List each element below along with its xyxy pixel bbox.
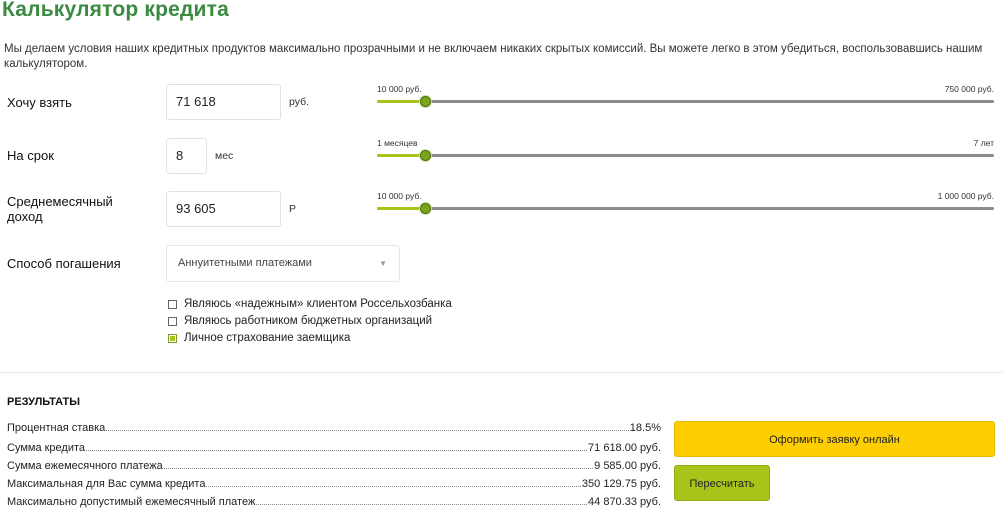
slider-track	[377, 207, 994, 210]
result-row: Сумма ежемесячного платежа 9 585.00 руб.	[7, 458, 661, 472]
result-label: Сумма кредита	[7, 442, 86, 454]
term-slider-min: 1 месяцев	[377, 138, 418, 148]
dotted-leader	[163, 468, 594, 469]
checkbox-label: Являюсь «надежным» клиентом Россельхозба…	[184, 298, 452, 310]
dotted-leader	[206, 486, 581, 487]
result-value: 18.5%	[629, 422, 661, 434]
income-slider[interactable]: 10 000 руб. 1 000 000 руб.	[377, 191, 994, 221]
checkbox-label: Являюсь работником бюджетных организаций	[184, 315, 433, 327]
dotted-leader	[256, 504, 588, 505]
amount-slider-min: 10 000 руб.	[377, 84, 422, 94]
amount-slider-max: 750 000 руб.	[944, 84, 994, 94]
repayment-selected-value: Аннуитетными платежами	[178, 257, 312, 269]
slider-fill	[377, 154, 427, 157]
dotted-leader	[86, 450, 588, 451]
checkbox-box[interactable]	[168, 333, 177, 343]
checkbox-box[interactable]	[168, 316, 177, 326]
result-row: Процентная ставка 18.5%	[7, 420, 661, 434]
term-label: На срок	[7, 148, 54, 163]
checkbox-box[interactable]	[168, 299, 177, 309]
checkbox-reliable-client[interactable]: Являюсь «надежным» клиентом Россельхозба…	[168, 298, 452, 310]
income-input[interactable]: 93 605	[166, 191, 281, 227]
amount-unit: руб.	[289, 96, 310, 108]
income-slider-min: 10 000 руб.	[377, 191, 422, 201]
amount-label: Хочу взять	[7, 95, 72, 110]
caret-down-icon: ▼	[379, 259, 387, 268]
result-row: Максимально допустимый ежемесячный плате…	[7, 494, 661, 508]
result-label: Максимально допустимый ежемесячный плате…	[7, 496, 256, 508]
page-title: Калькулятор кредита	[2, 0, 230, 21]
amount-input[interactable]: 71 618	[166, 84, 281, 120]
checkbox-budget-worker[interactable]: Являюсь работником бюджетных организаций	[168, 315, 432, 327]
slider-handle[interactable]	[420, 203, 432, 214]
apply-online-button[interactable]: Оформить заявку онлайн	[674, 421, 995, 457]
term-unit: мес	[215, 150, 234, 162]
income-slider-max: 1 000 000 руб.	[937, 191, 994, 201]
dotted-leader	[106, 430, 629, 431]
slider-handle[interactable]	[420, 150, 432, 161]
income-unit: Р	[289, 203, 297, 215]
recalculate-button[interactable]: Пересчитать	[674, 465, 770, 501]
slider-track	[377, 100, 994, 103]
result-value: 9 585.00 руб.	[594, 460, 661, 472]
result-value: 71 618.00 руб.	[588, 442, 661, 454]
slider-handle[interactable]	[420, 96, 432, 107]
result-row: Максимальная для Вас сумма кредита 350 1…	[7, 476, 661, 490]
result-label: Сумма ежемесячного платежа	[7, 460, 163, 472]
result-value: 350 129.75 руб.	[581, 478, 661, 490]
repayment-label: Способ погашения	[7, 256, 121, 271]
checkbox-personal-insurance[interactable]: Личное страхование заемщика	[168, 332, 350, 344]
result-label: Максимальная для Вас сумма кредита	[7, 478, 206, 490]
slider-fill	[377, 207, 427, 210]
slider-track	[377, 154, 994, 157]
income-label: Среднемесячный доход	[7, 194, 113, 224]
term-slider-max: 7 лет	[973, 138, 994, 148]
result-label: Процентная ставка	[7, 422, 106, 434]
result-value: 44 870.33 руб.	[588, 496, 661, 508]
amount-slider[interactable]: 10 000 руб. 750 000 руб.	[377, 84, 994, 114]
result-row: Сумма кредита 71 618.00 руб.	[7, 440, 661, 454]
checkbox-label: Личное страхование заемщика	[184, 332, 351, 344]
intro-text: Мы делаем условия наших кредитных продук…	[4, 43, 983, 70]
section-divider	[0, 372, 1003, 373]
term-slider[interactable]: 1 месяцев 7 лет	[377, 138, 994, 168]
results-title: РЕЗУЛЬТАТЫ	[7, 396, 80, 408]
term-input[interactable]: 8	[166, 138, 207, 174]
repayment-select[interactable]: Аннуитетными платежами ▼	[166, 245, 400, 282]
slider-fill	[377, 100, 427, 103]
